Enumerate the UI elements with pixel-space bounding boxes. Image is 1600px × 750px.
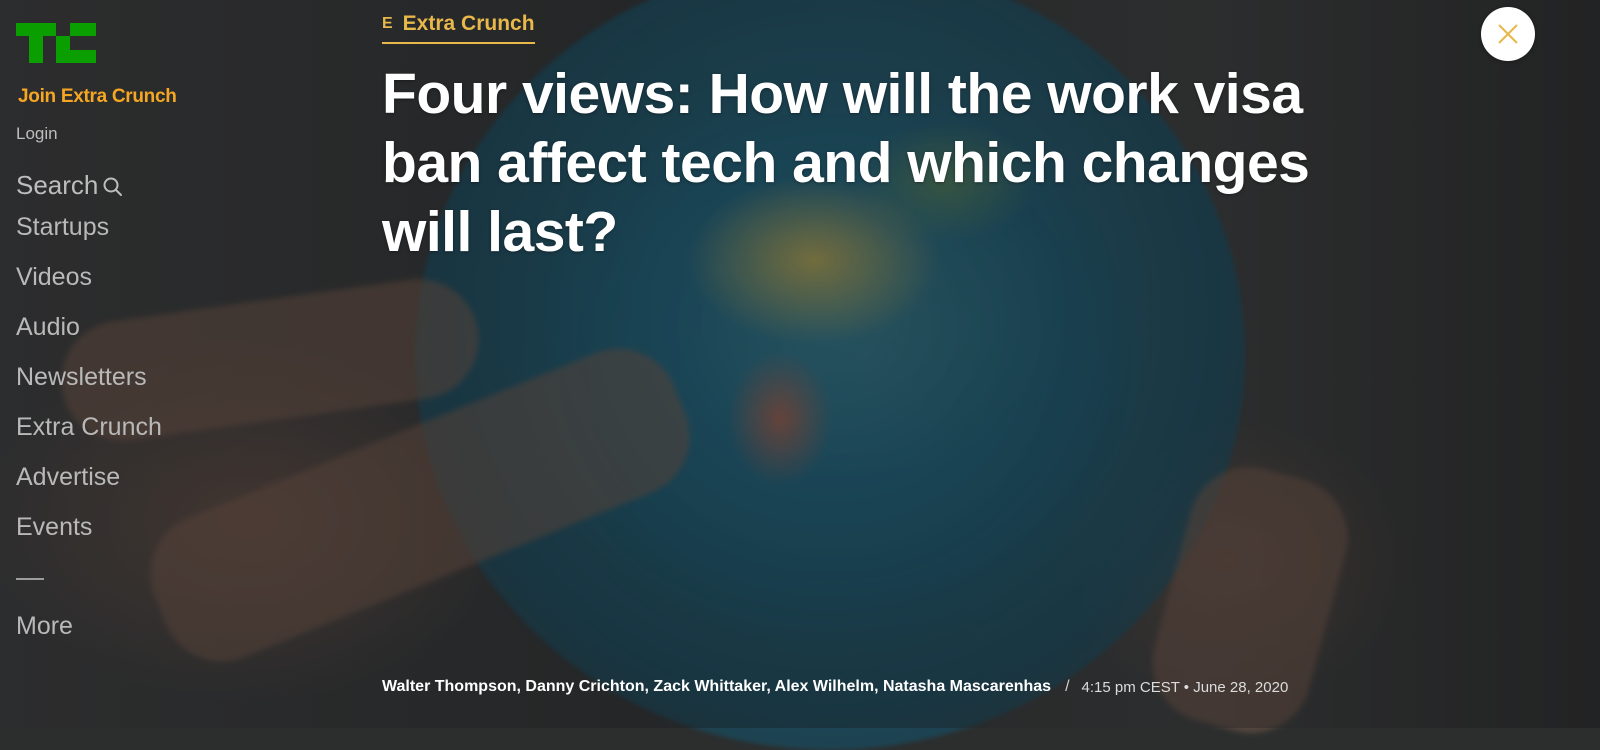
main-nav-list: Startups Videos Audio Newsletters Extra …	[16, 212, 162, 562]
article-category-link[interactable]: E Extra Crunch	[382, 12, 535, 44]
article-timestamp: 4:15 pm CEST • June 28, 2020	[1081, 678, 1289, 696]
nav-item-advertise[interactable]: Advertise	[16, 462, 162, 512]
nav-item-audio[interactable]: Audio	[16, 312, 162, 362]
login-link[interactable]: Login	[16, 124, 58, 144]
search-button[interactable]: Search	[16, 170, 124, 201]
nav-item-more[interactable]: More	[16, 612, 73, 641]
nav-item-startups[interactable]: Startups	[16, 212, 162, 262]
techcrunch-logo[interactable]	[16, 23, 96, 63]
nav-item-videos[interactable]: Videos	[16, 262, 162, 312]
nav-item-events[interactable]: Events	[16, 512, 162, 562]
nav-divider	[16, 578, 44, 580]
article-authors[interactable]: Walter Thompson, Danny Crichton, Zack Wh…	[382, 678, 1051, 696]
search-icon	[103, 177, 123, 196]
nav-item-newsletters[interactable]: Newsletters	[16, 362, 162, 412]
article-byline: Walter Thompson, Danny Crichton, Zack Wh…	[382, 678, 1288, 696]
close-icon	[1498, 24, 1518, 44]
close-button[interactable]	[1481, 7, 1535, 61]
nav-item-extra-crunch[interactable]: Extra Crunch	[16, 412, 162, 462]
article-title: Four views: How will the work visa ban a…	[382, 62, 1310, 264]
search-label: Search	[16, 170, 99, 200]
byline-separator: /	[1065, 678, 1070, 695]
extra-crunch-icon: E	[382, 15, 393, 32]
join-extra-crunch-link[interactable]: Join Extra Crunch	[18, 86, 177, 108]
article-category-label: Extra Crunch	[402, 12, 535, 35]
sidebar-nav: Join Extra Crunch Login Search Startups …	[0, 0, 340, 728]
